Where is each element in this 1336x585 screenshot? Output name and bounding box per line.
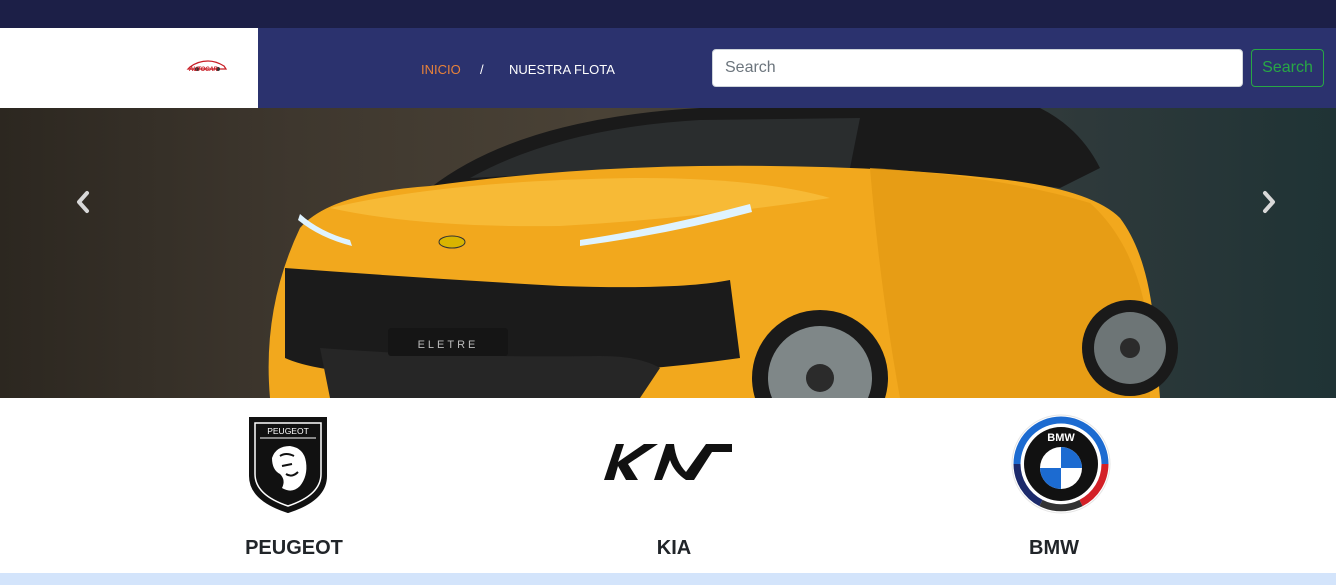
chevron-right-icon — [1263, 191, 1275, 213]
main-navbar: AUTOCAR INICIO / NUESTRA FLOTA Search — [0, 28, 1336, 108]
brand-name-peugeot: PEUGEOT — [245, 537, 343, 559]
logo-text: AUTOCAR — [189, 67, 218, 73]
search-button[interactable]: Search — [1251, 49, 1324, 87]
brand-logo[interactable]: AUTOCAR — [186, 58, 230, 78]
hero-carousel[interactable]: ELETRE — [0, 108, 1336, 398]
footer-strip — [0, 573, 1336, 585]
brand-card-bmw[interactable]: BMW BMW — [924, 398, 1184, 573]
nav-link-nuestra-flota[interactable]: NUESTRA FLOTA — [509, 62, 615, 77]
brand-card-peugeot[interactable]: PEUGEOT PEUGEOT — [164, 398, 424, 573]
hero-car-image: ELETRE — [268, 108, 1178, 398]
nav-link-inicio[interactable]: INICIO — [421, 62, 461, 77]
bmw-logo-icon: BMW — [1011, 414, 1111, 514]
bmw-logo-text: BMW — [1047, 432, 1075, 444]
logo-container: AUTOCAR — [0, 28, 258, 108]
top-bar — [0, 0, 1336, 28]
nav-separator: / — [480, 62, 484, 77]
peugeot-logo-icon: PEUGEOT — [249, 417, 327, 514]
carousel-prev-button[interactable] — [63, 182, 103, 222]
brand-card-kia[interactable]: KIA — [544, 398, 804, 573]
search-input[interactable] — [712, 49, 1243, 87]
kia-logo-icon — [604, 444, 732, 480]
chevron-left-icon — [77, 191, 89, 213]
brand-name-bmw: BMW — [1029, 537, 1079, 559]
slide-badge-text: ELETRE — [418, 339, 479, 351]
brand-name-kia: KIA — [656, 537, 692, 559]
peugeot-logo-text: PEUGEOT — [267, 426, 309, 436]
brands-section: PEUGEOT PEUGEOT KIA BMW BMW — [0, 398, 1336, 573]
carousel-next-button[interactable] — [1249, 182, 1289, 222]
